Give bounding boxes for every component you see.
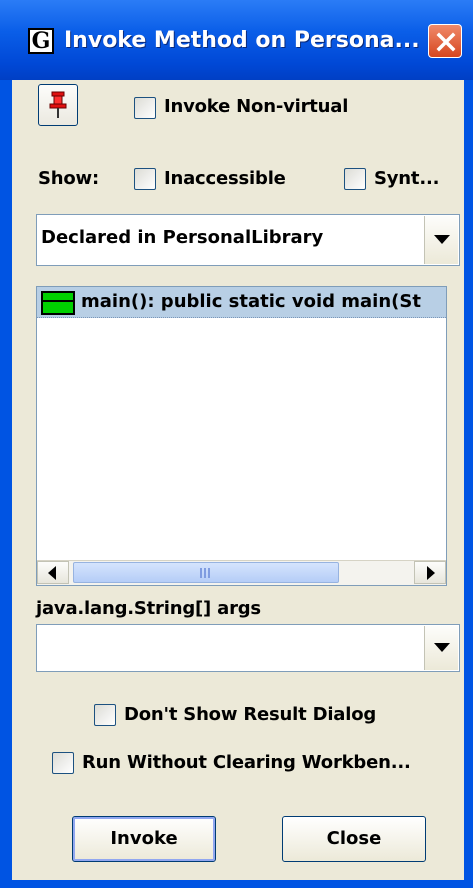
scroll-right-button[interactable] (414, 561, 446, 584)
args-combobox[interactable] (36, 624, 460, 672)
args-label: java.lang.String[] args (36, 598, 261, 619)
app-icon: G (28, 28, 54, 54)
inaccessible-label: Inaccessible (164, 168, 286, 189)
show-label: Show: (38, 168, 99, 189)
horizontal-scrollbar[interactable] (37, 560, 446, 585)
synthetic-label: Synt... (374, 168, 440, 189)
scrollbar-thumb[interactable] (73, 562, 339, 583)
dialog-content: Invoke Non-virtual Show: Inaccessible Sy… (12, 80, 464, 880)
dialog-window: G Invoke Method on Persona... Invoke Non… (0, 0, 473, 888)
declared-in-selected: Declared in PersonalLibrary (41, 227, 324, 248)
run-without-clearing-label: Run Without Clearing Workben... (82, 752, 411, 773)
arrow-left-icon (48, 566, 56, 580)
pin-button[interactable] (38, 84, 78, 126)
close-window-button[interactable] (428, 24, 462, 58)
declared-in-combobox[interactable]: Declared in PersonalLibrary (36, 214, 460, 266)
args-input[interactable] (39, 627, 423, 669)
pushpin-icon (49, 91, 67, 118)
run-without-clearing-checkbox[interactable] (52, 752, 74, 774)
inaccessible-checkbox[interactable] (134, 168, 156, 190)
chevron-down-icon (434, 643, 450, 652)
chevron-down-icon (434, 235, 450, 244)
method-list[interactable]: main(): public static void main(St (36, 286, 447, 586)
scroll-left-button[interactable] (37, 561, 69, 584)
dont-show-result-checkbox[interactable] (94, 704, 116, 726)
title-bar[interactable]: G Invoke Method on Persona... (0, 0, 473, 80)
invoke-nonvirtual-checkbox[interactable] (134, 97, 156, 119)
list-item[interactable]: main(): public static void main(St (37, 287, 446, 318)
method-icon (41, 291, 75, 315)
args-dropdown-button[interactable] (424, 626, 458, 670)
arrow-right-icon (427, 566, 435, 580)
dont-show-result-label: Don't Show Result Dialog (124, 704, 377, 725)
invoke-nonvirtual-label: Invoke Non-virtual (164, 96, 349, 117)
close-icon (436, 32, 456, 52)
window-title: Invoke Method on Persona... (64, 28, 420, 53)
close-button[interactable]: Close (282, 816, 426, 862)
declared-dropdown-button[interactable] (424, 216, 458, 264)
invoke-button[interactable]: Invoke (72, 816, 216, 862)
scrollbar-grip (200, 568, 214, 578)
synthetic-checkbox[interactable] (344, 168, 366, 190)
method-signature: main(): public static void main(St (81, 291, 421, 312)
